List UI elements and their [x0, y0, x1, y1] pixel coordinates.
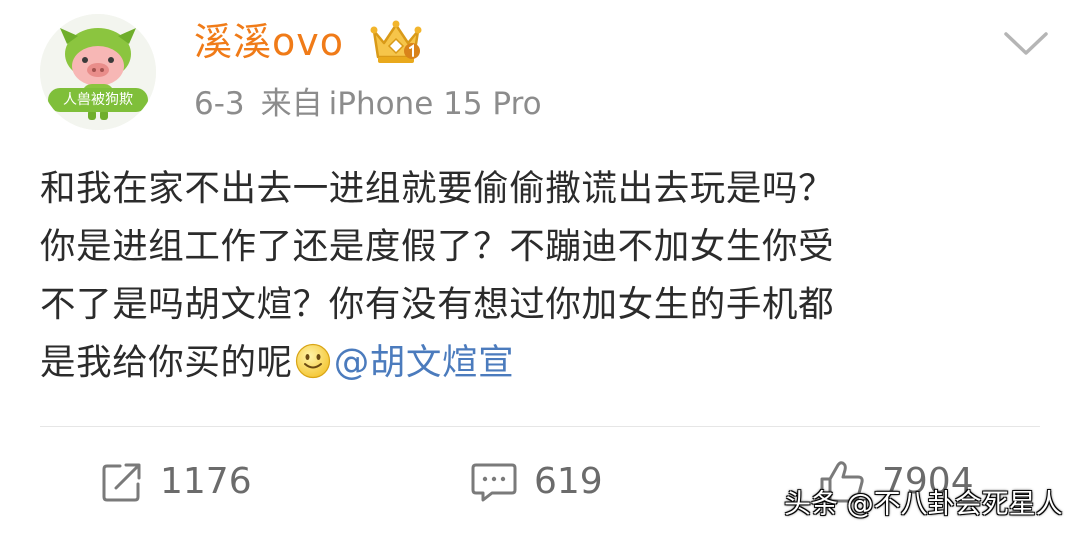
content-line-2: 你是进组工作了还是度假了？不蹦迪不加女生你受: [40, 226, 835, 267]
source-label: 来自: [260, 86, 323, 122]
avatar-pig-icon: [40, 14, 156, 130]
content-line-3: 不了是吗胡文煊？你有没有想过你加女生的手机都: [40, 284, 835, 325]
post-content: 和我在家不出去一进组就要偷偷撒谎出去玩是吗？ 你是进组工作了还是度假了？不蹦迪不…: [40, 160, 1040, 392]
chevron-down-icon[interactable]: [1002, 28, 1050, 58]
repost-count: 1176: [160, 461, 252, 502]
comment-icon: [471, 463, 517, 502]
post-meta: 6-3 来自 iPhone 15 Pro: [194, 84, 542, 124]
mention-link[interactable]: @胡文煊宣: [334, 342, 515, 383]
post-date: 6-3: [194, 86, 245, 122]
content-line-4-text: 是我给你买的呢: [40, 342, 293, 383]
username[interactable]: 溪溪ovo: [194, 20, 344, 64]
comment-count: 619: [534, 461, 603, 502]
smile-emoji-icon: [295, 343, 330, 379]
content-line-4: 是我给你买的呢 @胡文煊宣: [40, 334, 1040, 392]
watermark: 头条 @不八卦会死星人: [784, 489, 1063, 520]
weibo-post: 人兽被狗欺 溪溪ovo 6-3 来自 iPhone 15 Pro 和我在家不出去一进…: [0, 0, 1080, 535]
content-line-1: 和我在家不出去一进组就要偷偷撒谎出去玩是吗？: [40, 168, 835, 209]
repost-button[interactable]: 1176: [100, 450, 252, 514]
repost-icon: [102, 463, 141, 502]
comment-button[interactable]: 619: [470, 450, 603, 514]
source-device: iPhone 15 Pro: [328, 86, 542, 122]
avatar[interactable]: 人兽被狗欺: [40, 14, 156, 130]
vip-crown-badge-icon: [370, 20, 422, 63]
avatar-caption: 人兽被狗欺: [63, 92, 133, 108]
divider: [40, 426, 1040, 427]
